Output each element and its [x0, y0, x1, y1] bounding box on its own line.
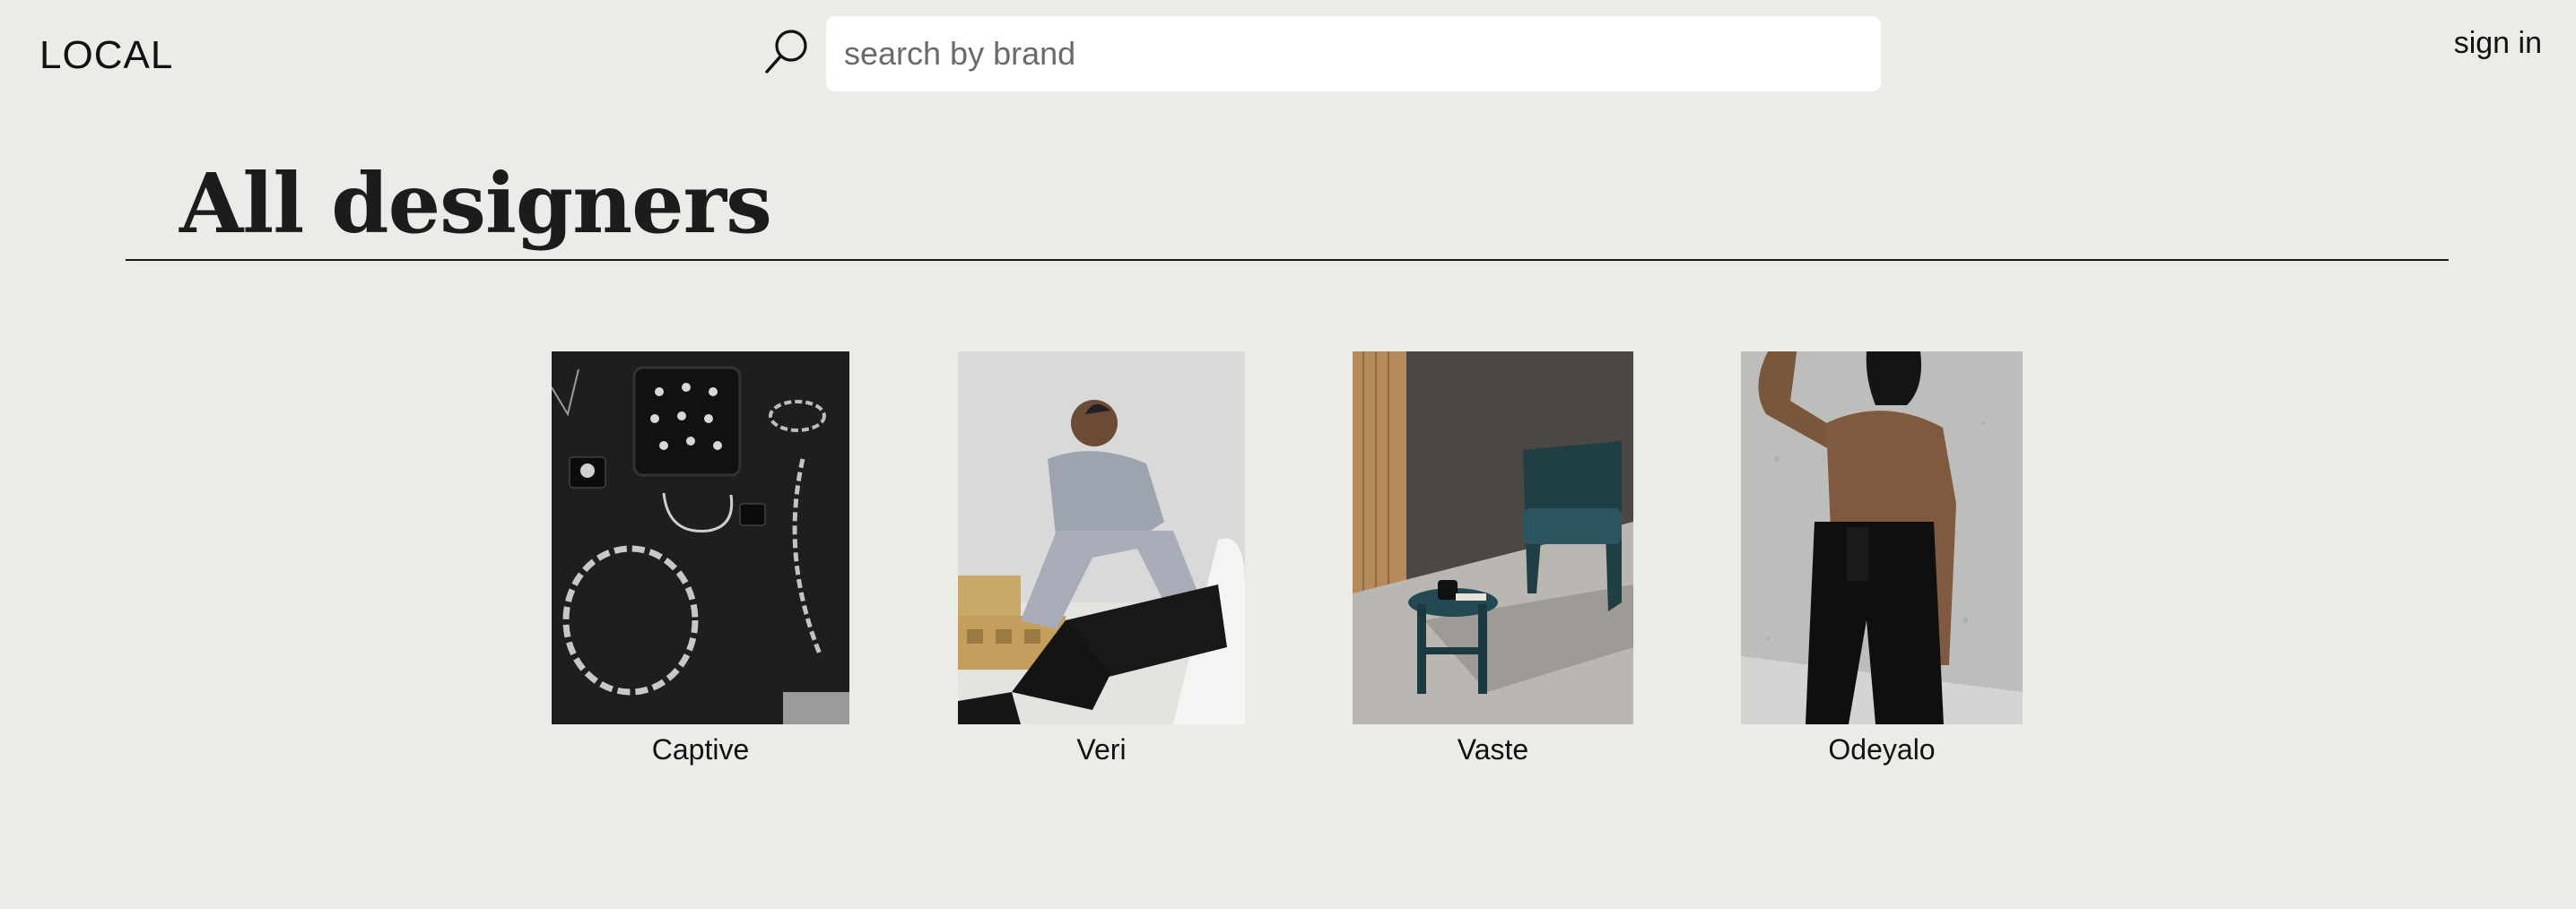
search-input[interactable]	[826, 16, 1881, 91]
designer-name[interactable]: Vaste	[1353, 732, 1633, 767]
designer-card-captive[interactable]: Captive	[552, 351, 849, 767]
brown-turtleneck-model-photo	[1741, 351, 2023, 724]
search-icon	[765, 30, 807, 74]
designer-name[interactable]: Odeyalo	[1741, 732, 2023, 767]
seated-models-photo	[958, 351, 1245, 724]
jewelry-flatlay-photo	[552, 351, 849, 724]
designer-card-vaste[interactable]: Vaste	[1353, 351, 1633, 767]
designer-image-captive[interactable]	[552, 351, 849, 724]
search-button[interactable]	[762, 25, 813, 79]
logo-home-link[interactable]: LOCAL	[39, 30, 173, 81]
designer-image-veri[interactable]	[958, 351, 1245, 724]
title-divider	[126, 259, 2449, 261]
page-title: All designers	[179, 155, 772, 252]
designer-name[interactable]: Captive	[552, 732, 849, 767]
sign-in-link[interactable]: sign in	[2454, 23, 2542, 63]
designer-card-veri[interactable]: Veri	[958, 351, 1245, 767]
designer-image-vaste[interactable]	[1353, 351, 1633, 724]
green-chair-side-table-photo	[1353, 351, 1633, 724]
designer-name[interactable]: Veri	[958, 732, 1245, 767]
designer-image-odeyalo[interactable]	[1741, 351, 2023, 724]
designer-card-odeyalo[interactable]: Odeyalo	[1741, 351, 2023, 767]
